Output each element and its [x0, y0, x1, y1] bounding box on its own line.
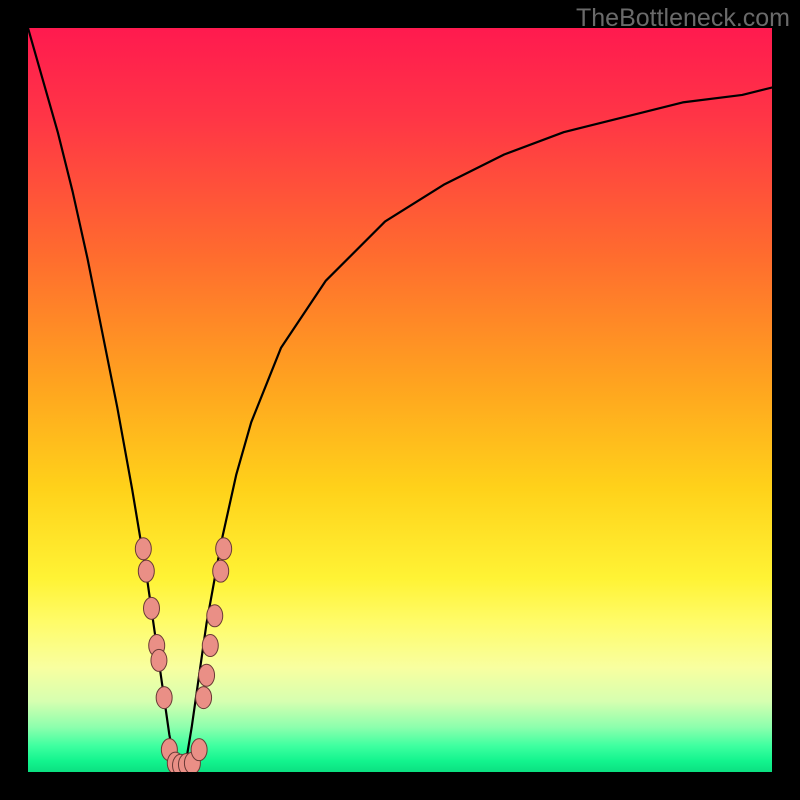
data-marker: [151, 649, 167, 671]
bottleneck-curve: [28, 28, 772, 772]
data-marker: [138, 560, 154, 582]
data-marker: [216, 538, 232, 560]
data-marker: [191, 739, 207, 761]
plot-area: [28, 28, 772, 772]
data-marker: [196, 687, 212, 709]
data-marker: [202, 635, 218, 657]
marker-group: [135, 538, 231, 772]
data-marker: [199, 664, 215, 686]
data-marker: [144, 597, 160, 619]
data-marker: [135, 538, 151, 560]
outer-frame: TheBottleneck.com: [0, 0, 800, 800]
watermark-text: TheBottleneck.com: [576, 4, 790, 33]
data-marker: [156, 687, 172, 709]
data-marker: [207, 605, 223, 627]
chart-svg: [28, 28, 772, 772]
data-marker: [213, 560, 229, 582]
